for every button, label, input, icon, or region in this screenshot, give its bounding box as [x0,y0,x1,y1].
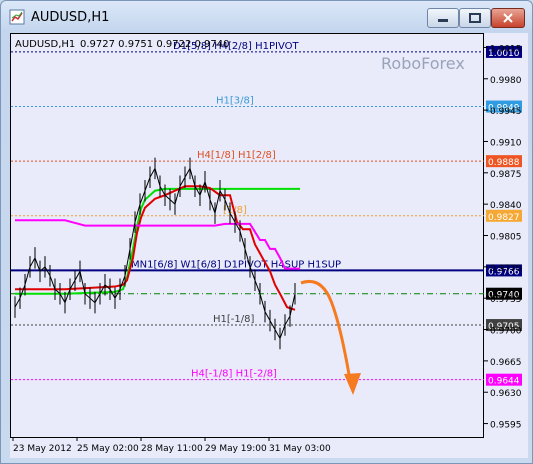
price-tick-label: 0.9700 [490,327,522,337]
chart-window: AUDUSD,H1 D1[5/8] H4[2/8] H1PIVOT 1.0010 H… [0,0,533,464]
price-tick-label: 0.9735 [490,295,522,305]
level-label: H4[1/8] H1[2/8] [197,150,276,161]
price-tick-label: 0.9595 [490,421,522,431]
time-tick-label: 31 May 03:00 [269,444,331,454]
indicator-line [15,187,300,295]
price-tick-label: 0.9805 [490,233,522,243]
time-tick-label: 23 May 2012 [13,444,72,454]
level-label: H4[-1/8] H1[-2/8] [191,369,277,380]
watermark: RoboForex [381,54,465,73]
level-label: MN1[6/8] W1[6/8] D1PIVOT H4SUP H1SUP [131,259,341,270]
price-tick-label: 0.9945 [490,107,522,117]
forecast-arrow [300,280,361,395]
price-series [14,167,296,340]
price-tick-label: 0.9665 [490,358,522,368]
level-label: H1[3/8] [216,96,254,107]
level-label: H1[-1/8] [213,314,254,325]
price-tick-label: 0.9770 [490,264,522,274]
price-tick-label: 0.9910 [490,138,522,148]
price-tick-label: 0.9980 [490,76,522,86]
price-tick-label: 1.0015 [490,44,522,54]
price-tick-label: 0.9630 [490,389,522,399]
time-tick-label: 28 May 11:00 [141,444,203,454]
ohlc-values: 0.9727 0.9751 0.9722 0.9740 [80,39,230,50]
symbol-timeframe: AUDUSD,H1 [15,39,75,50]
price-tick-label: 0.9840 [490,201,522,211]
time-tick-label: 29 May 19:00 [205,444,267,454]
price-tick-label: 0.9875 [490,170,522,180]
level-price-tag-label: 0.9644 [488,377,520,387]
level-price-tag-label: 0.9888 [488,158,520,168]
time-tick-label: 25 May 02:00 [77,444,139,454]
level-price-tag-label: 0.9827 [488,213,520,223]
price-chart[interactable]: D1[5/8] H4[2/8] H1PIVOT1.0010H1[3/8]0.99… [1,1,532,463]
